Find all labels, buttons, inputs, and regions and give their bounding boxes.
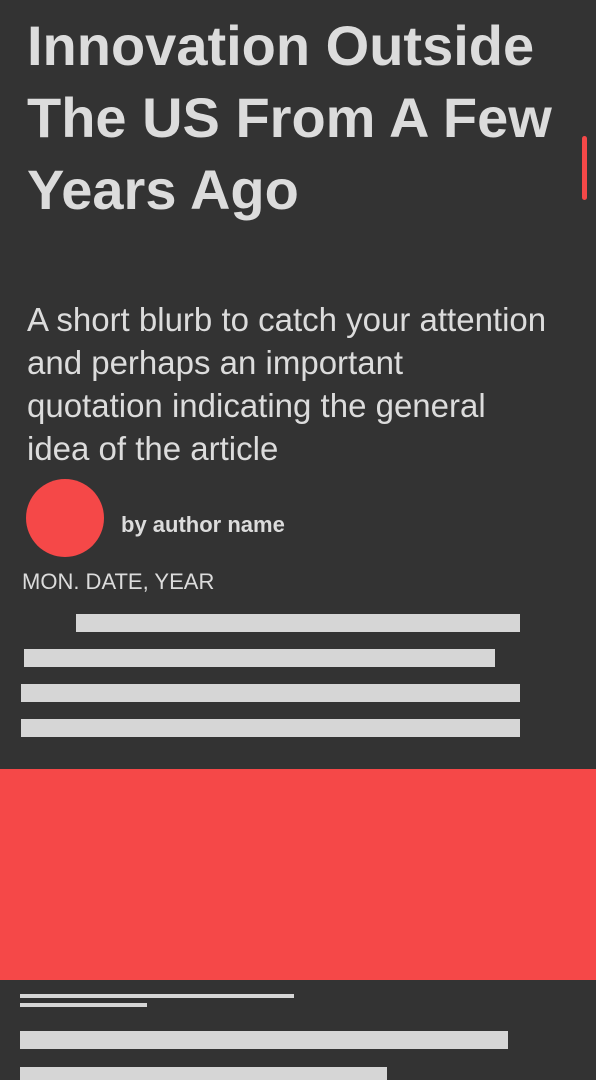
text-line-placeholder bbox=[20, 1067, 387, 1080]
text-line-placeholder bbox=[76, 614, 520, 632]
author-name[interactable]: by author name bbox=[121, 511, 285, 539]
caption-line-placeholder bbox=[20, 1003, 147, 1007]
author-avatar[interactable] bbox=[26, 479, 104, 557]
caption-line-placeholder bbox=[20, 994, 294, 998]
text-line-placeholder bbox=[24, 649, 495, 667]
scroll-indicator[interactable] bbox=[582, 136, 587, 200]
article-page: Innovation Outside The US From A Few Yea… bbox=[0, 0, 596, 1080]
publish-date: MON. DATE, YEAR bbox=[22, 569, 215, 594]
article-title: Innovation Outside The US From A Few Yea… bbox=[27, 14, 552, 221]
text-line-placeholder bbox=[20, 1031, 508, 1049]
article-blurb: A short blurb to catch your attention an… bbox=[27, 301, 547, 467]
text-line-placeholder bbox=[21, 684, 520, 702]
article-image-placeholder bbox=[0, 769, 596, 980]
text-line-placeholder bbox=[21, 719, 520, 737]
